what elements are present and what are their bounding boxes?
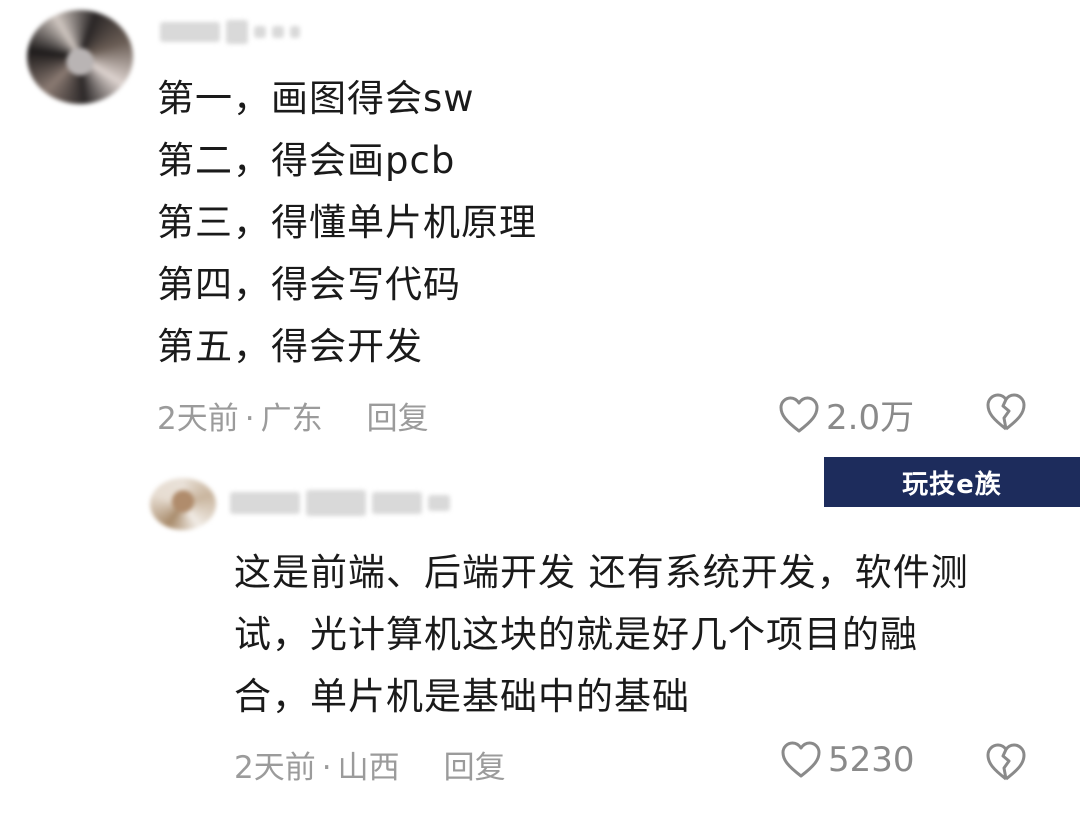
- comment-line: 合，单片机是基础中的基础: [234, 675, 690, 718]
- watermark-badge: 玩技e族: [824, 457, 1080, 507]
- avatar[interactable]: [27, 10, 133, 104]
- broken-heart-icon[interactable]: [984, 741, 1028, 787]
- reply-button[interactable]: 回复: [367, 401, 429, 437]
- comment-line: 这是前端、后端开发 还有系统开发，软件测: [234, 551, 969, 594]
- like-count: 2.0万: [826, 398, 915, 438]
- heart-icon: [780, 740, 822, 780]
- comment-line: 第二，得会画pcb: [157, 139, 456, 182]
- comment-location: 广东: [260, 401, 323, 437]
- comment-meta: 2天前 · 广东 回复: [157, 393, 429, 438]
- separator-dot: ·: [244, 401, 255, 437]
- comment-line: 试，光计算机这块的就是好几个项目的融: [234, 613, 918, 656]
- reply-button[interactable]: 回复: [444, 750, 506, 786]
- comment-line: 第四，得会写代码: [157, 263, 461, 306]
- username-blurred[interactable]: [230, 490, 450, 516]
- comment-time: 2天前: [234, 750, 316, 786]
- like-button[interactable]: 5230: [780, 740, 915, 780]
- comment-line: 第一，画图得会sw: [157, 77, 475, 120]
- comment-line: 第五，得会开发: [157, 325, 423, 368]
- comment-text: 这是前端、后端开发 还有系统开发，软件测 试，光计算机这块的就是好几个项目的融 …: [234, 542, 969, 728]
- like-button[interactable]: 2.0万: [778, 390, 914, 439]
- comment-line: 第三，得懂单片机原理: [157, 201, 537, 244]
- heart-icon: [778, 395, 820, 435]
- separator-dot: ·: [321, 750, 332, 786]
- avatar[interactable]: [150, 478, 216, 530]
- comment-time: 2天前: [157, 401, 239, 437]
- broken-heart-icon[interactable]: [984, 391, 1028, 437]
- like-count: 5230: [828, 740, 915, 780]
- comment-meta: 2天前 · 山西 回复: [234, 742, 506, 787]
- comment-text: 第一，画图得会sw 第二，得会画pcb 第三，得懂单片机原理 第四，得会写代码 …: [157, 68, 537, 378]
- comment-location: 山西: [337, 750, 400, 786]
- username-blurred[interactable]: [160, 20, 300, 44]
